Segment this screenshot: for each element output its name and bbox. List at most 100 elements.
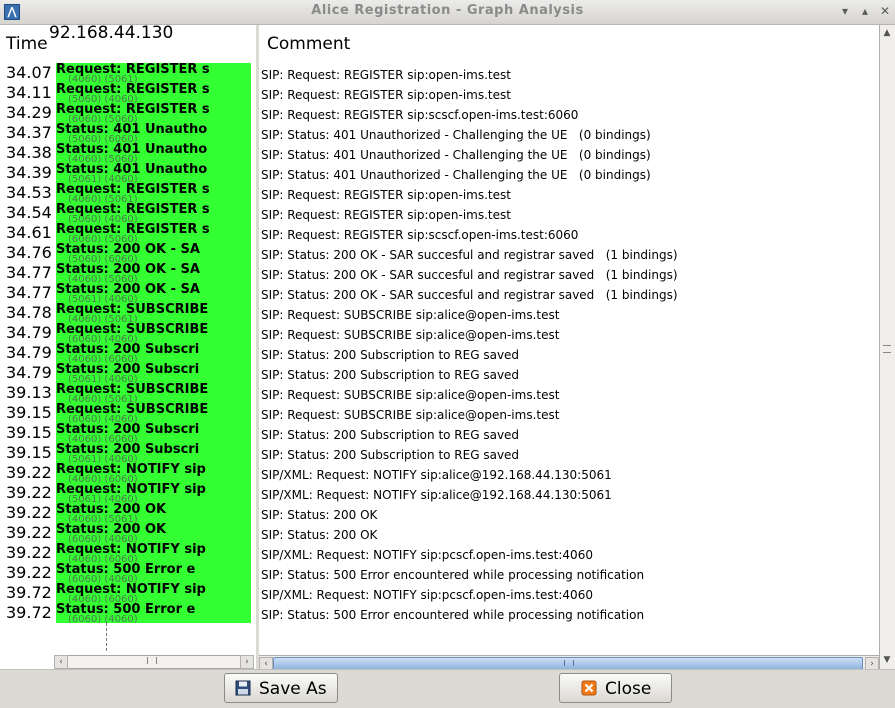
close-window-button[interactable]: ✕ xyxy=(878,4,892,18)
comment-header-label: Comment xyxy=(267,34,351,54)
flow-graph-pane: Time 92.168.44.130 34.07 34.11 34.29 34.37 3… xyxy=(0,25,256,669)
save-as-button[interactable]: Save As xyxy=(224,673,338,703)
comment-row[interactable]: SIP: Status: 200 Subscription to REG sav… xyxy=(261,365,519,385)
flow-arrow-row[interactable]: (6060) (4060) Status: 500 Error e xyxy=(56,562,251,585)
flow-arrow-row[interactable]: (5061) (4060) Status: 200 OK - SA xyxy=(56,282,251,305)
comment-row[interactable]: SIP: Status: 500 Error encountered while… xyxy=(261,605,644,625)
flow-arrow-row[interactable]: (4060) (6060) Status: 200 Subscri xyxy=(56,342,251,365)
time-cell: 39.15 xyxy=(6,443,52,462)
comment-row[interactable]: SIP: Request: SUBSCRIBE sip:alice@open-i… xyxy=(261,405,559,425)
flow-arrow-row[interactable]: (5061) (4060) Status: 200 Subscri xyxy=(56,442,251,465)
comment-row[interactable]: SIP: Status: 401 Unauthorized - Challeng… xyxy=(261,165,651,185)
flow-arrow-row[interactable]: (5060) (6060) Status: 401 Unautho xyxy=(56,122,251,145)
flow-arrow-row[interactable]: (6060) (4060) Request: SUBSCRIBE xyxy=(56,402,251,425)
scroll-right-arrow-icon[interactable]: › xyxy=(240,655,254,669)
comment-row[interactable]: SIP/XML: Request: NOTIFY sip:pcscf.open-… xyxy=(261,545,593,565)
maximize-button[interactable]: ▴ xyxy=(858,4,872,18)
flow-arrow-row[interactable]: (6060) (4060) Request: SUBSCRIBE xyxy=(56,322,251,345)
comment-row[interactable]: SIP: Status: 500 Error encountered while… xyxy=(261,565,644,585)
scroll-left-arrow-icon[interactable]: ‹ xyxy=(54,655,68,669)
comment-pane: Comment SIP: Request: REGISTER sip:open-… xyxy=(259,25,879,669)
comment-row[interactable]: SIP: Request: SUBSCRIBE sip:alice@open-i… xyxy=(261,385,559,405)
flow-arrow-row[interactable]: (5060) (6060) Status: 200 OK - SA xyxy=(56,242,251,265)
flow-arrow-row[interactable]: (6060) (4060) Status: 500 Error e xyxy=(56,602,251,623)
comment-row[interactable]: SIP: Status: 200 OK xyxy=(261,525,377,545)
flow-arrow-row[interactable]: (4060) (6060) Status: 200 Subscri xyxy=(56,422,251,445)
comment-row[interactable]: SIP/XML: Request: NOTIFY sip:alice@192.1… xyxy=(261,485,612,505)
time-cell: 39.72 xyxy=(6,583,52,602)
button-bar: Save As Close xyxy=(0,669,895,708)
comment-row[interactable]: SIP: Request: REGISTER sip:open-ims.test xyxy=(261,185,511,205)
time-cell: 39.15 xyxy=(6,423,52,442)
flow-arrow-row[interactable]: (4060) (5061) Request: SUBSCRIBE xyxy=(56,302,251,325)
minimize-button[interactable]: ▾ xyxy=(838,4,852,18)
time-cell: 34.53 xyxy=(6,183,52,202)
flow-arrow-row[interactable]: (5061) (4060) Status: 401 Unautho xyxy=(56,162,251,185)
comment-row[interactable]: SIP: Status: 401 Unauthorized - Challeng… xyxy=(261,145,651,165)
time-cell: 34.77 xyxy=(6,283,52,302)
comment-row[interactable]: SIP: Request: SUBSCRIBE sip:alice@open-i… xyxy=(261,325,559,345)
flow-arrow-row[interactable]: (4060) (6060) Request: NOTIFY sip xyxy=(56,462,251,485)
flow-arrow-row[interactable]: (4060) (5060) Status: 401 Unautho xyxy=(56,142,251,165)
flow-arrow-row[interactable]: (5061) (4060) Request: NOTIFY sip xyxy=(56,482,251,505)
comment-row[interactable]: SIP: Status: 401 Unauthorized - Challeng… xyxy=(261,125,651,145)
flow-arrow-row[interactable]: (6060) (5060) Request: REGISTER s xyxy=(56,222,251,245)
comment-horizontal-scrollbar[interactable]: ‹ › xyxy=(259,655,879,671)
time-cell: 39.22 xyxy=(6,523,52,542)
title-bar: ⋀ Alice Registration - Graph Analysis ▾ … xyxy=(0,0,895,25)
flow-label: Request: SUBSCRIBE xyxy=(56,382,209,397)
flow-label: Status: 200 OK xyxy=(56,502,167,517)
flow-label: Request: REGISTER s xyxy=(56,182,210,197)
vertical-scrollbar[interactable]: ▲ ▼ xyxy=(879,25,895,669)
flow-arrow-row[interactable]: (4060) (5061) Status: 200 OK xyxy=(56,502,251,525)
flow-arrow-row[interactable]: (4060) (5060) Status: 200 OK - SA xyxy=(56,262,251,285)
close-button[interactable]: Close xyxy=(559,673,672,703)
comment-row[interactable]: SIP/XML: Request: NOTIFY sip:pcscf.open-… xyxy=(261,585,593,605)
time-cell: 34.79 xyxy=(6,323,52,342)
flow-horizontal-scrollbar[interactable]: ‹ › xyxy=(54,655,254,669)
flow-label: Status: 200 OK - SA xyxy=(56,262,200,277)
flow-label: Request: REGISTER s xyxy=(56,202,210,217)
flow-label: Request: REGISTER s xyxy=(56,222,210,237)
comment-row[interactable]: SIP: Status: 200 OK xyxy=(261,505,377,525)
flow-arrow-row[interactable]: (4060) (6060) Request: NOTIFY sip xyxy=(56,542,251,565)
comment-row[interactable]: SIP: Status: 200 Subscription to REG sav… xyxy=(261,425,519,445)
flow-arrow-row[interactable]: (6060) (4060) Status: 200 OK xyxy=(56,522,251,545)
comment-row[interactable]: SIP/XML: Request: NOTIFY sip:alice@192.1… xyxy=(261,465,612,485)
comment-row[interactable]: SIP: Request: REGISTER sip:scscf.open-im… xyxy=(261,225,578,245)
flow-arrow-row[interactable]: (4060) (5061) Request: SUBSCRIBE xyxy=(56,382,251,405)
flow-arrow-row[interactable]: (5060) (4060) Request: REGISTER s xyxy=(56,202,251,225)
flow-label: Status: 200 Subscri xyxy=(56,362,200,377)
comment-row[interactable]: SIP: Request: REGISTER sip:open-ims.test xyxy=(261,85,511,105)
comment-column-header: Comment xyxy=(259,25,879,62)
flow-arrow-row[interactable]: (6060) (5060) Request: REGISTER s xyxy=(56,102,251,125)
scroll-up-arrow-icon[interactable]: ▲ xyxy=(882,28,892,38)
flow-diagram[interactable]: (4060) (5061) Request: REGISTER s (5060) (… xyxy=(56,63,251,623)
flow-arrow-row[interactable]: (5061) (4060) Status: 200 Subscri xyxy=(56,362,251,385)
time-cell: 34.61 xyxy=(6,223,52,242)
flow-arrow-row[interactable]: (4060) (5061) Request: REGISTER s xyxy=(56,182,251,205)
comment-row[interactable]: SIP: Request: REGISTER sip:open-ims.test xyxy=(261,65,511,85)
flow-label: Request: SUBSCRIBE xyxy=(56,402,209,417)
comment-row[interactable]: SIP: Status: 200 OK - SAR succesful and … xyxy=(261,265,678,285)
flow-arrow-row[interactable]: (5060) (4060) Request: REGISTER s xyxy=(56,82,251,105)
comment-row[interactable]: SIP: Request: REGISTER sip:open-ims.test xyxy=(261,205,511,225)
close-x-icon xyxy=(581,680,597,696)
scroll-grip-icon xyxy=(147,657,157,664)
floppy-disk-icon xyxy=(235,680,251,696)
flow-label: Request: NOTIFY sip xyxy=(56,582,206,597)
flow-arrow-row[interactable]: (4060) (5061) Request: REGISTER s xyxy=(56,63,251,85)
flow-label: Request: REGISTER s xyxy=(56,82,210,97)
comment-row[interactable]: SIP: Status: 200 OK - SAR succesful and … xyxy=(261,285,678,305)
flow-label: Request: REGISTER s xyxy=(56,102,210,117)
scroll-down-arrow-icon[interactable]: ▼ xyxy=(882,655,892,665)
comment-row[interactable]: SIP: Request: REGISTER sip:scscf.open-im… xyxy=(261,105,578,125)
flow-label: Status: 200 OK - SA xyxy=(56,242,200,257)
flow-arrow-row[interactable]: (4060) (6060) Request: NOTIFY sip xyxy=(56,582,251,605)
comment-row[interactable]: SIP: Status: 200 OK - SAR succesful and … xyxy=(261,245,678,265)
comment-row[interactable]: SIP: Request: SUBSCRIBE sip:alice@open-i… xyxy=(261,305,559,325)
comment-row[interactable]: SIP: Status: 200 Subscription to REG sav… xyxy=(261,445,519,465)
time-cell: 34.11 xyxy=(6,83,52,102)
save-as-label: Save As xyxy=(259,679,327,699)
comment-row[interactable]: SIP: Status: 200 Subscription to REG sav… xyxy=(261,345,519,365)
